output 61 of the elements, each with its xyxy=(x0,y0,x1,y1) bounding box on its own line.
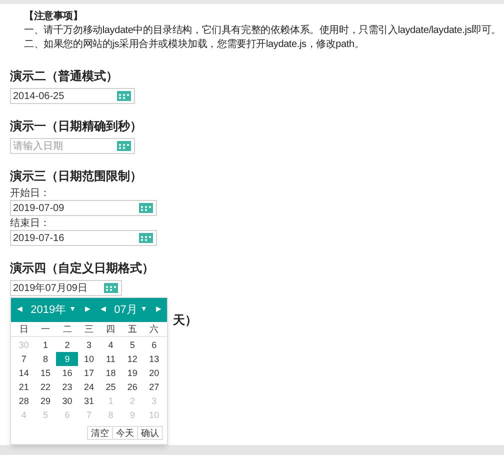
weekday-label: 二 xyxy=(62,323,73,336)
day-cell[interactable]: 24 xyxy=(78,380,100,394)
day-cell[interactable]: 27 xyxy=(143,380,165,394)
day-cell[interactable]: 13 xyxy=(143,352,165,366)
day-cell[interactable]: 29 xyxy=(34,394,56,408)
day-cell[interactable]: 19 xyxy=(122,366,144,380)
day-cell[interactable]: 22 xyxy=(34,380,56,394)
day-cell[interactable]: 8 xyxy=(34,352,56,366)
day-cell[interactable]: 4 xyxy=(100,338,122,352)
section-heading: 演示三（日期范围限制） xyxy=(10,168,143,184)
calendar-icon[interactable] xyxy=(104,283,118,293)
day-cell[interactable]: 3 xyxy=(78,338,100,352)
date-input-field[interactable]: 2019年07月09日 xyxy=(10,280,122,296)
date-input-field[interactable]: 2019-07-09 xyxy=(10,200,157,216)
day-cell[interactable]: 14 xyxy=(13,366,35,380)
date-input-field[interactable]: 2019-07-16 xyxy=(10,230,157,246)
weekday-label: 三 xyxy=(83,323,94,336)
weekday-label: 六 xyxy=(148,323,160,336)
day-cell[interactable]: 15 xyxy=(34,366,56,380)
day-cell[interactable]: 16 xyxy=(56,366,78,380)
note-text: 二、如果您的网站的js采用合并或模块加载，您需要打开laydate.js，修改path。 xyxy=(23,38,366,52)
day-cell[interactable]: 12 xyxy=(122,352,144,366)
footer-button[interactable]: 今天 xyxy=(112,426,138,440)
day-cell[interactable]: 28 xyxy=(13,394,35,408)
day-cell[interactable]: 25 xyxy=(100,380,122,394)
calendar-icon[interactable] xyxy=(139,233,153,243)
notes-title: 【注意事项】 xyxy=(23,10,84,24)
weekday-label: 日 xyxy=(18,323,30,336)
footer-button[interactable]: 清空 xyxy=(87,426,113,440)
weekday-label: 五 xyxy=(126,323,138,336)
field-label: 开始日： xyxy=(10,188,51,200)
section-heading: 演示二（普通模式） xyxy=(10,68,119,84)
day-cell[interactable]: 10 xyxy=(78,352,100,366)
horizontal-scrollbar[interactable] xyxy=(0,445,504,455)
day-cell[interactable]: 5 xyxy=(122,338,144,352)
field-label: 结束日： xyxy=(10,218,51,230)
day-cell[interactable]: 6 xyxy=(143,338,165,352)
weekday-label: 四 xyxy=(105,323,116,336)
day-cell[interactable]: 23 xyxy=(56,380,78,394)
day-cell[interactable]: 30 xyxy=(56,394,78,408)
day-cell[interactable]: 17 xyxy=(78,366,100,380)
section-heading: 演示一（日期精确到秒） xyxy=(10,118,143,134)
section-heading: 天） xyxy=(173,313,197,327)
calendar-icon[interactable] xyxy=(117,141,131,151)
note-text: 一、请千万勿移动laydate中的目录结构，它们具有完整的依赖体系。使用时，只需引入laydate/laydate.js即可。 xyxy=(23,24,502,38)
day-cell[interactable]: 31 xyxy=(78,394,100,408)
date-input-field[interactable]: 请输入日期 xyxy=(10,138,135,154)
day-cell[interactable]: 18 xyxy=(100,366,122,380)
day-cell[interactable]: 1 xyxy=(34,338,56,352)
weekday-label: 一 xyxy=(40,323,52,336)
date-input-field[interactable]: 2014-06-25 xyxy=(10,88,135,104)
footer-button[interactable]: 确认 xyxy=(137,426,163,440)
section-heading: 演示四（自定义日期格式） xyxy=(10,260,155,276)
calendar-icon[interactable] xyxy=(139,203,153,213)
day-cell[interactable]: 7 xyxy=(13,352,35,366)
calendar-icon[interactable] xyxy=(117,91,131,101)
day-cell[interactable]: 2 xyxy=(56,338,78,352)
day-cell[interactable]: 21 xyxy=(13,380,35,394)
day-cell[interactable]: 11 xyxy=(100,352,122,366)
day-cell[interactable]: 20 xyxy=(143,366,165,380)
day-cell[interactable]: 26 xyxy=(122,380,144,394)
